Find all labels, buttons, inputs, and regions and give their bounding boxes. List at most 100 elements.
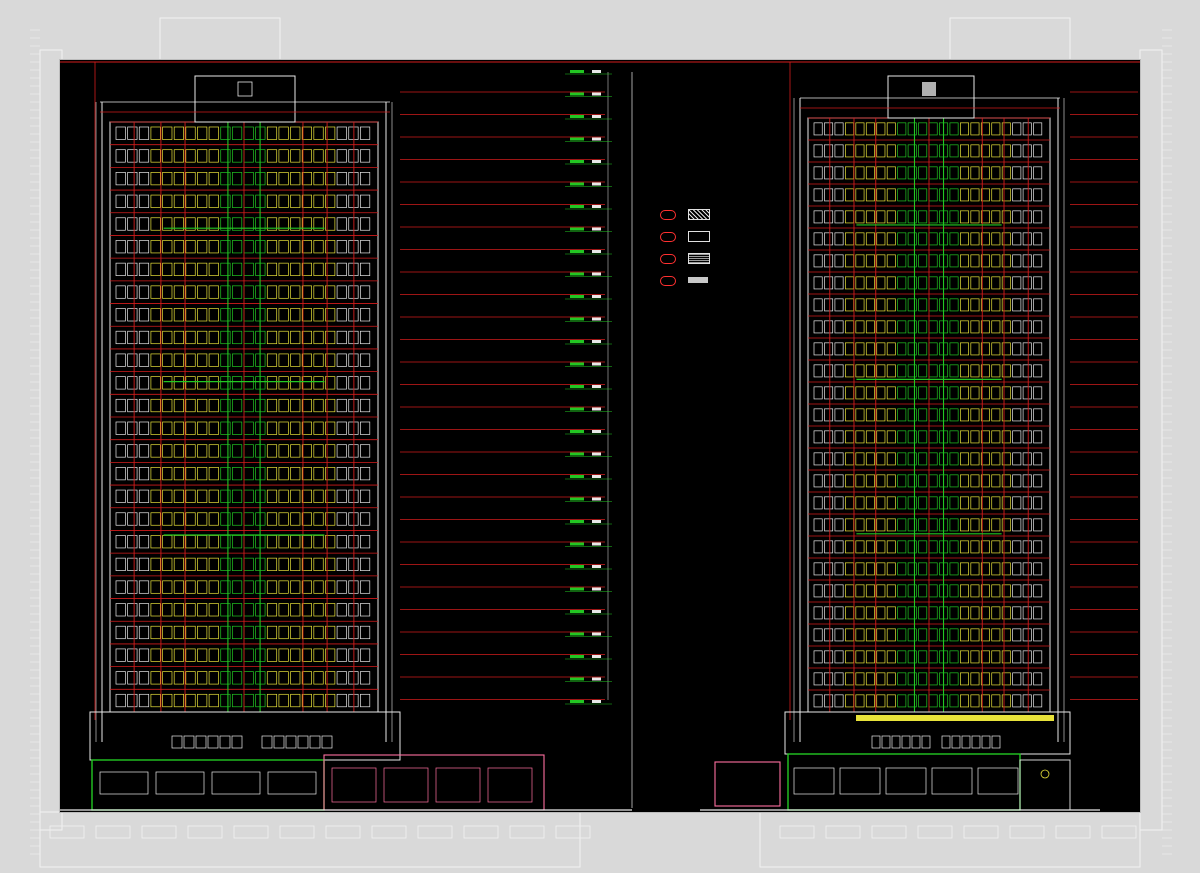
window bbox=[928, 210, 938, 224]
window bbox=[918, 672, 928, 686]
window bbox=[991, 386, 1001, 400]
window bbox=[232, 444, 243, 458]
window bbox=[949, 122, 959, 136]
level-mark bbox=[570, 430, 584, 433]
window bbox=[185, 285, 196, 299]
window bbox=[928, 298, 938, 312]
window bbox=[150, 625, 161, 640]
window bbox=[886, 430, 896, 444]
level-mark bbox=[570, 677, 584, 681]
window bbox=[845, 518, 854, 532]
window bbox=[876, 474, 886, 488]
window bbox=[301, 625, 312, 640]
window bbox=[138, 330, 150, 345]
level-mark bbox=[592, 677, 601, 681]
podium-window bbox=[901, 735, 911, 749]
window bbox=[208, 603, 219, 617]
window bbox=[1033, 210, 1043, 224]
window bbox=[150, 172, 161, 186]
window bbox=[266, 240, 278, 254]
window bbox=[150, 535, 161, 549]
window bbox=[313, 557, 324, 571]
level-guide-lines bbox=[400, 91, 1138, 700]
window bbox=[1012, 628, 1022, 642]
level-mark bbox=[592, 430, 601, 433]
window bbox=[336, 693, 347, 708]
window bbox=[907, 408, 917, 422]
window bbox=[162, 421, 173, 435]
window bbox=[232, 398, 243, 413]
window bbox=[336, 603, 347, 617]
window bbox=[336, 262, 347, 276]
window bbox=[824, 276, 834, 290]
window bbox=[232, 625, 243, 640]
window bbox=[290, 671, 301, 685]
window bbox=[907, 694, 917, 708]
window bbox=[243, 149, 254, 163]
window bbox=[232, 308, 243, 322]
window bbox=[897, 474, 907, 488]
window bbox=[834, 672, 844, 686]
window bbox=[907, 188, 917, 202]
window bbox=[907, 496, 917, 510]
window bbox=[1022, 122, 1032, 136]
window bbox=[290, 126, 301, 140]
window bbox=[138, 557, 150, 571]
window bbox=[1033, 232, 1043, 246]
shopfront bbox=[211, 771, 261, 795]
window bbox=[266, 489, 278, 503]
window bbox=[928, 562, 938, 576]
level-mark bbox=[570, 475, 584, 478]
window bbox=[960, 210, 969, 224]
window bbox=[907, 628, 917, 642]
window bbox=[208, 671, 219, 685]
window bbox=[865, 210, 875, 224]
window bbox=[897, 188, 907, 202]
window bbox=[208, 648, 219, 662]
window bbox=[138, 126, 150, 140]
window bbox=[834, 540, 844, 554]
window bbox=[232, 285, 243, 299]
window bbox=[886, 166, 896, 180]
window bbox=[1033, 496, 1043, 510]
window bbox=[845, 606, 854, 620]
window bbox=[301, 580, 312, 594]
window bbox=[173, 376, 184, 390]
window bbox=[928, 342, 938, 356]
level-mark bbox=[570, 340, 584, 343]
window bbox=[928, 144, 938, 158]
window bbox=[115, 376, 126, 390]
window bbox=[876, 518, 886, 532]
window bbox=[928, 430, 938, 444]
window bbox=[1022, 320, 1032, 334]
window bbox=[266, 126, 278, 140]
window bbox=[127, 126, 138, 140]
window bbox=[1001, 496, 1011, 510]
window bbox=[220, 398, 231, 413]
window bbox=[360, 444, 371, 458]
window bbox=[813, 584, 823, 598]
window bbox=[918, 386, 928, 400]
window bbox=[115, 262, 126, 276]
window bbox=[208, 625, 219, 640]
window bbox=[1022, 518, 1032, 532]
window bbox=[266, 512, 278, 526]
window bbox=[115, 671, 126, 685]
window bbox=[918, 562, 928, 576]
window bbox=[220, 671, 231, 685]
window bbox=[918, 452, 928, 466]
window bbox=[918, 122, 928, 136]
window bbox=[918, 540, 928, 554]
podium-window bbox=[951, 735, 961, 749]
window bbox=[127, 330, 138, 345]
window bbox=[162, 512, 173, 526]
window bbox=[834, 254, 844, 268]
window bbox=[918, 232, 928, 246]
window bbox=[960, 628, 969, 642]
window bbox=[907, 584, 917, 598]
window bbox=[907, 452, 917, 466]
window bbox=[970, 694, 980, 708]
window bbox=[949, 254, 959, 268]
window bbox=[173, 512, 184, 526]
window bbox=[220, 194, 231, 208]
